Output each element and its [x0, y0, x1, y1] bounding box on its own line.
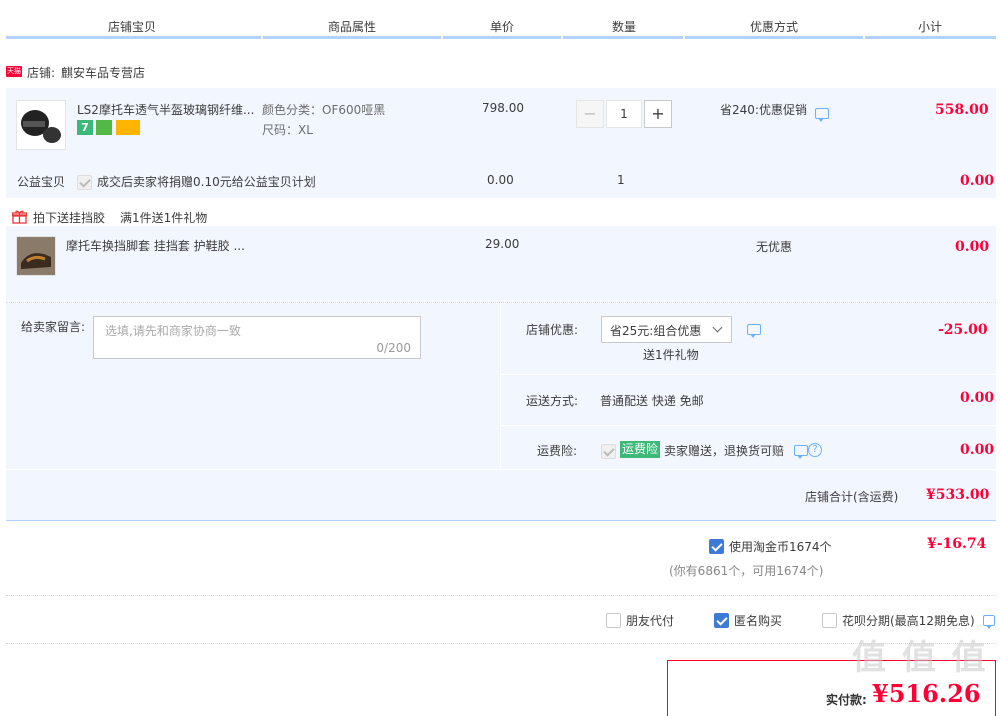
header-col-qty: 数量 — [612, 20, 637, 34]
gift-title: 拍下送挂挡胶 — [33, 211, 106, 225]
shop-discount-value: -25.00 — [938, 322, 988, 338]
order-items-area — [6, 88, 996, 302]
shipping-value: 普通配送 快递 免邮 — [600, 394, 704, 408]
gift-thumbnail[interactable] — [16, 236, 56, 276]
header-underline — [263, 36, 441, 39]
divider — [500, 425, 996, 426]
divider — [6, 469, 996, 470]
product-attr-color: 颜色分类：OF600哑黑 — [262, 103, 386, 117]
gift-desc: 满1件送1件礼物 — [120, 211, 208, 225]
shop-discount-sub: 送1件礼物 — [643, 348, 699, 362]
guarantee-icon — [96, 120, 112, 135]
final-value: ¥516.26 — [872, 679, 981, 708]
message-label: 给卖家留言: — [21, 320, 86, 334]
chat-bubble-icon[interactable] — [747, 324, 761, 338]
charity-label: 公益宝贝 — [17, 175, 66, 189]
divider — [6, 520, 996, 521]
product-subtotal: 558.00 — [935, 102, 989, 118]
divider — [500, 303, 501, 469]
shop-discount-select[interactable]: 省25元:组合优惠 — [601, 316, 732, 343]
shop-discount-label: 店铺优惠: — [526, 323, 579, 337]
friend-pay-label[interactable]: 朋友代付 — [626, 612, 674, 629]
header-col-item: 店铺宝贝 — [108, 20, 157, 34]
chevron-down-icon — [712, 322, 723, 333]
final-label: 实付款: — [826, 693, 867, 707]
shop-discount-selected: 省25元:组合优惠 — [610, 324, 702, 338]
gift-subtotal: 0.00 — [955, 239, 990, 255]
friend-pay-checkbox[interactable] — [606, 613, 621, 628]
shop-total-value: ¥533.00 — [926, 487, 990, 503]
header-underline — [865, 36, 996, 39]
anonymous-checkbox[interactable] — [714, 613, 729, 628]
anonymous-label[interactable]: 匿名购买 — [734, 612, 782, 629]
gift-discount: 无优惠 — [756, 240, 793, 254]
header-col-attr: 商品属性 — [328, 20, 377, 34]
gift-price: 29.00 — [485, 237, 520, 251]
coins-sub: (你有6861个，可用1674个) — [669, 564, 824, 578]
qty-minus-button[interactable]: − — [576, 100, 604, 128]
product-attr-size: 尺码：XL — [262, 123, 313, 137]
qty-input[interactable]: 1 — [606, 100, 642, 128]
header-underline — [443, 36, 561, 39]
gift-item-title[interactable]: 摩托车换挡脚套 挂挡套 护鞋胶 ... — [66, 237, 245, 254]
insurance-label: 运费险: — [537, 444, 578, 458]
charity-subtotal: 0.00 — [960, 173, 995, 189]
tmall-icon: 天猫 — [6, 66, 22, 77]
divider — [500, 374, 996, 375]
chat-bubble-icon[interactable] — [794, 445, 808, 459]
header-underline — [685, 36, 863, 39]
gift-icon — [11, 210, 28, 224]
watermark: 值 值 值 — [852, 638, 988, 678]
qty-plus-button[interactable]: + — [644, 100, 672, 128]
coins-label[interactable]: 使用淘金币1674个 — [729, 538, 832, 555]
huabei-checkbox[interactable] — [822, 613, 837, 628]
insurance-text: 卖家赠送，退换货可赔 — [664, 444, 785, 458]
product-discount-text: 省240:优惠促销 — [720, 103, 807, 117]
chat-bubble-icon[interactable] — [983, 615, 995, 629]
coins-value: ¥-16.74 — [927, 536, 987, 552]
insurance-checkbox — [601, 444, 616, 459]
header-col-price: 单价 — [490, 20, 515, 34]
shop-name-link[interactable]: 麒安车品专营店 — [61, 64, 145, 81]
huabei-label[interactable]: 花呗分期(最高12期免息) — [842, 612, 975, 629]
shipping-label: 运送方式: — [526, 394, 579, 408]
divider — [6, 595, 996, 596]
insurance-tag: 运费险 — [620, 441, 661, 458]
product-title-link[interactable]: LS2摩托车透气半盔玻璃钢纤维... — [77, 101, 254, 118]
shop-label: 店铺: — [27, 66, 56, 80]
product-unit-price: 798.00 — [482, 101, 524, 115]
header-col-subtotal: 小计 — [918, 20, 943, 34]
header-col-discount: 优惠方式 — [750, 20, 799, 34]
insurance-price: 0.00 — [960, 442, 995, 458]
shop-total-label: 店铺合计(含运费) — [805, 490, 899, 504]
divider — [6, 643, 996, 644]
charity-price: 0.00 — [487, 173, 514, 187]
chat-bubble-icon[interactable] — [815, 108, 829, 122]
seven-day-return-icon: 7 — [77, 120, 93, 135]
product-thumbnail-helmet[interactable] — [16, 100, 66, 150]
help-icon[interactable]: ? — [808, 443, 822, 457]
message-placeholder: 选填,请先和商家协商一致 — [105, 324, 241, 338]
credit-card-icon — [116, 120, 140, 135]
charity-text: 成交后卖家将捐赠0.10元给公益宝贝计划 — [97, 175, 316, 189]
message-counter: 0/200 — [376, 341, 411, 355]
charity-qty: 1 — [617, 173, 625, 187]
shipping-price: 0.00 — [960, 390, 995, 406]
message-textarea[interactable]: 选填,请先和商家协商一致 0/200 — [93, 316, 421, 359]
header-underline — [563, 36, 683, 39]
header-underline — [6, 36, 261, 39]
use-coins-checkbox[interactable] — [709, 539, 724, 554]
charity-checkbox — [77, 175, 92, 190]
